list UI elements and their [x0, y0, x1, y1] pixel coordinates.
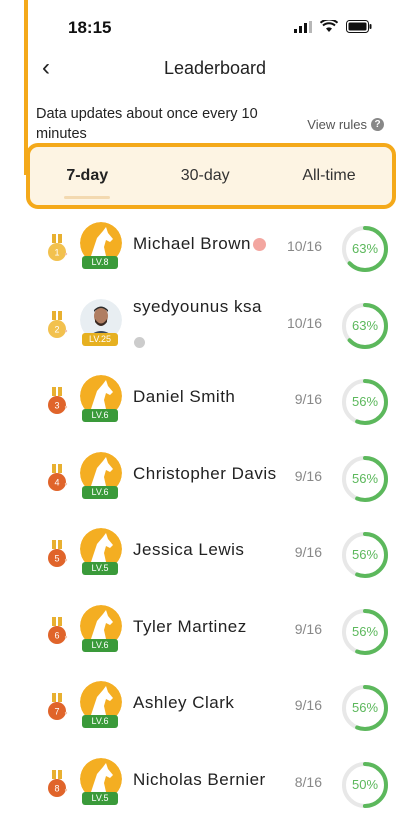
level-badge: LV.5	[82, 562, 118, 575]
update-notice: Data updates about once every 10 minutes	[36, 106, 258, 141]
score-text: 10/16	[286, 314, 322, 331]
player-name-text: syedyounus ksa	[133, 296, 262, 316]
player-name-text: Christopher Davis	[133, 463, 277, 483]
rank-number: 6	[54, 630, 59, 640]
percent-text: 56%	[351, 394, 379, 409]
status-dot-icon	[134, 336, 145, 348]
tab-7-day[interactable]: 7-day	[58, 163, 116, 199]
leaderboard-list: 1 LV.8 Michael Brown 10/16 63% 2 LV.25 syedyoun…	[30, 210, 400, 822]
player-name: Ashley Clark	[133, 693, 234, 713]
tab-30-day[interactable]: 30-day	[173, 163, 238, 189]
level-badge: LV.8	[82, 256, 118, 269]
rank-medal-icon: 7	[48, 693, 68, 720]
score-text: 10/16	[286, 238, 322, 254]
rank-medal-icon: 6	[48, 616, 68, 644]
score-text: 9/16	[294, 544, 322, 560]
leaderboard-row[interactable]: 4 LV.6 Christopher Davis 9/16 56%	[30, 440, 400, 517]
signal-icon	[294, 20, 312, 33]
score-text: 9/16	[294, 391, 322, 407]
level-badge: LV.6	[82, 409, 118, 422]
percent-text: 63%	[351, 241, 379, 256]
leaderboard-row[interactable]: 5 LV.5 Jessica Lewis 9/16 56%	[30, 516, 400, 593]
rank-number: 1	[54, 248, 59, 258]
rank-number: 5	[54, 554, 59, 564]
rank-number: 2	[54, 324, 59, 334]
player-name-text: Jessica Lewis	[133, 540, 245, 559]
status-bar: 18:15	[30, 0, 400, 52]
score-text: 9/16	[294, 620, 322, 637]
rank-medal-icon: 5	[48, 540, 68, 567]
level-badge: LV.6	[82, 485, 118, 499]
rank-number: 3	[54, 401, 59, 411]
player-name-text: Tyler Martinez	[133, 616, 247, 636]
leaderboard-row[interactable]: 8 LV.5 Nicholas Bernier 8/16 50%	[30, 746, 400, 822]
level-badge: LV.5	[82, 791, 118, 805]
battery-icon	[346, 20, 372, 33]
status-icons	[294, 20, 372, 33]
level-badge: LV.6	[82, 638, 118, 652]
player-name-text: Daniel Smith	[133, 387, 236, 406]
header: ‹ Leaderboard	[30, 52, 400, 92]
player-name: Daniel Smith	[133, 387, 235, 407]
question-icon: ?	[371, 118, 384, 131]
page-title: Leaderboard	[163, 58, 267, 78]
rank-medal-icon: 3	[48, 387, 68, 414]
player-name-text: Michael Brown	[133, 234, 251, 253]
leaderboard-row[interactable]: 1 LV.8 Michael Brown 10/16 63%	[30, 210, 400, 287]
rank-medal-icon: 1	[48, 234, 68, 261]
tab-all-time[interactable]: All-time	[294, 163, 363, 189]
player-name: Jessica Lewis	[133, 540, 244, 560]
rank-medal-icon: 8	[48, 769, 68, 797]
player-name: Christopher Davis	[133, 464, 277, 484]
view-rules-label: View rules	[307, 117, 367, 132]
percent-text: 63%	[351, 317, 379, 333]
player-name: Michael Brown	[133, 234, 266, 254]
rank-number: 7	[54, 707, 59, 717]
player-name-text: Nicholas Bernier	[133, 769, 266, 789]
leaderboard-row[interactable]: 3 LV.6 Daniel Smith 9/16 56%	[30, 363, 400, 440]
percent-text: 56%	[351, 700, 379, 715]
player-name: syedyounus ksa	[133, 297, 262, 317]
score-text: 9/16	[294, 467, 322, 484]
player-name: Tyler Martinez	[133, 617, 247, 637]
rank-medal-icon: 2	[48, 310, 68, 338]
wifi-icon	[320, 20, 338, 32]
rank-medal-icon: 4	[48, 463, 68, 491]
score-text: 8/16	[294, 773, 322, 790]
leaderboard-row[interactable]: 2 LV.25 syedyounus ksa 10/16 63%	[30, 287, 400, 364]
rank-number: 8	[54, 783, 59, 793]
player-name: Nicholas Bernier	[133, 770, 266, 790]
score-text: 9/16	[294, 697, 322, 713]
status-time: 18:15	[68, 18, 112, 37]
status-dot-icon	[253, 238, 266, 252]
leaderboard-row[interactable]: 7 LV.6 Ashley Clark 9/16 56%	[30, 669, 400, 746]
view-rules-link[interactable]: View rules ?	[307, 117, 384, 132]
period-tabs: 7-day 30-day All-time	[26, 143, 396, 209]
leaderboard-row[interactable]: 6 LV.6 Tyler Martinez 9/16 56%	[30, 593, 400, 670]
percent-text: 56%	[351, 470, 379, 486]
player-name-text: Ashley Clark	[133, 693, 235, 712]
level-badge: LV.6	[82, 715, 118, 728]
rank-number: 4	[54, 477, 59, 487]
percent-text: 50%	[351, 776, 379, 792]
percent-text: 56%	[351, 547, 379, 562]
level-badge: LV.25	[82, 332, 118, 346]
percent-text: 56%	[351, 623, 379, 639]
